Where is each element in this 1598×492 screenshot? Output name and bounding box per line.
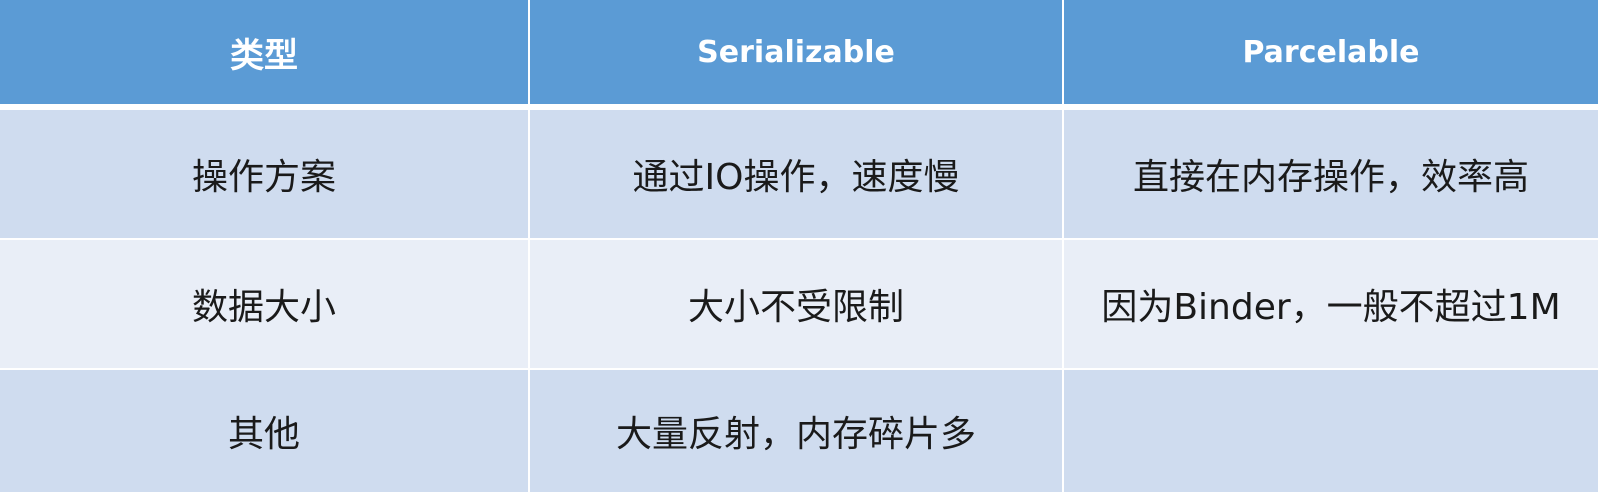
row-operation-parcelable: 直接在内存操作，效率高 <box>1064 110 1598 240</box>
row-other-serializable: 大量反射，内存碎片多 <box>530 370 1064 492</box>
row-operation-serializable: 通过IO操作，速度慢 <box>530 110 1064 240</box>
row-other-label: 其他 <box>0 370 530 492</box>
row-datasize-parcelable: 因为Binder，一般不超过1M <box>1064 240 1598 370</box>
header-parcelable: Parcelable <box>1064 0 1598 110</box>
header-serializable: Serializable <box>530 0 1064 110</box>
row-other-parcelable <box>1064 370 1598 492</box>
row-datasize-serializable: 大小不受限制 <box>530 240 1064 370</box>
row-operation-label: 操作方案 <box>0 110 530 240</box>
header-type: 类型 <box>0 0 530 110</box>
row-datasize-label: 数据大小 <box>0 240 530 370</box>
comparison-table: 类型 Serializable Parcelable 操作方案 通过IO操作，速… <box>0 0 1598 492</box>
